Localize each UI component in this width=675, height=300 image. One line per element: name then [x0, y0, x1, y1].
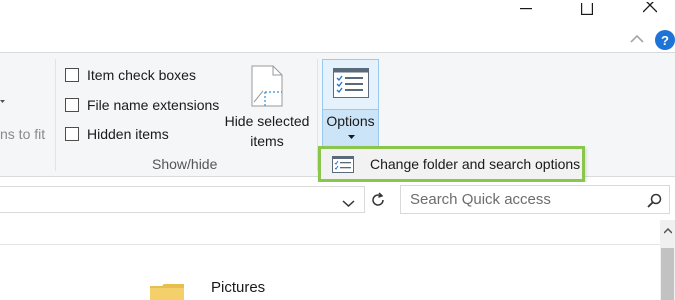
- options-label: Options: [326, 113, 375, 129]
- search-input[interactable]: [410, 191, 640, 208]
- hidden-items-checkbox[interactable]: Hidden items: [65, 125, 169, 143]
- size-columns-label[interactable]: ns to fit: [0, 126, 45, 142]
- checkbox-box[interactable]: [65, 127, 79, 141]
- minimize-button[interactable]: [503, 0, 549, 18]
- group-separator: [55, 59, 56, 171]
- scroll-up-icon[interactable]: [664, 228, 672, 234]
- menu-item-label: Change folder and search options: [370, 156, 581, 172]
- refresh-button[interactable]: [366, 186, 390, 213]
- list-item[interactable]: Pictures: [150, 277, 350, 300]
- minimize-icon: [520, 8, 532, 10]
- options-dropdown-menu: Change folder and search options: [318, 146, 585, 182]
- help-label: ?: [661, 32, 669, 48]
- address-bar[interactable]: [0, 186, 365, 213]
- address-bar-row: [0, 182, 675, 220]
- hide-selected-label-line1: Hide selected: [224, 113, 310, 129]
- item-check-boxes-checkbox[interactable]: Item check boxes: [65, 66, 196, 84]
- list-item-name: Pictures: [211, 279, 266, 296]
- scrollbar-thumb[interactable]: [661, 248, 674, 300]
- search-box[interactable]: [400, 185, 670, 214]
- dropdown-arrow-icon[interactable]: [0, 98, 6, 106]
- chevron-up-icon: [630, 34, 644, 43]
- file-name-extensions-checkbox[interactable]: File name extensions: [65, 96, 219, 114]
- chevron-down-icon: [348, 135, 355, 139]
- folder-options-icon: [333, 68, 369, 98]
- title-bar: ?: [0, 0, 675, 52]
- close-icon: [643, 2, 657, 13]
- search-icon[interactable]: [647, 193, 662, 208]
- checkbox-label: Item check boxes: [87, 67, 196, 83]
- folder-options-icon: [332, 156, 354, 173]
- checkbox-label: File name extensions: [87, 97, 220, 113]
- checkbox-box[interactable]: [65, 68, 79, 82]
- refresh-icon: [372, 191, 384, 206]
- checkbox-box[interactable]: [65, 98, 79, 112]
- content-header-divider: [0, 244, 660, 245]
- folder-icon: [150, 284, 184, 300]
- hide-selected-items-button[interactable]: Hide selected items: [222, 61, 312, 151]
- close-button[interactable]: [627, 0, 673, 18]
- maximize-icon: [581, 3, 593, 15]
- hidden-file-icon: [251, 65, 283, 107]
- maximize-button[interactable]: [564, 0, 610, 18]
- hide-selected-label-line2: items: [250, 133, 284, 149]
- vertical-scrollbar[interactable]: [660, 220, 675, 300]
- checkbox-label: Hidden items: [87, 126, 169, 142]
- hide-selected-label: Hide selected items: [222, 111, 312, 151]
- help-button[interactable]: ?: [655, 30, 675, 50]
- show-hide-group-label: Show/hide: [152, 156, 218, 172]
- change-folder-options-menu-item[interactable]: Change folder and search options: [321, 149, 582, 179]
- collapse-ribbon-button[interactable]: [628, 30, 646, 48]
- chevron-down-icon[interactable]: [342, 199, 355, 208]
- options-button-top[interactable]: [323, 60, 378, 110]
- options-button[interactable]: Options: [322, 59, 379, 147]
